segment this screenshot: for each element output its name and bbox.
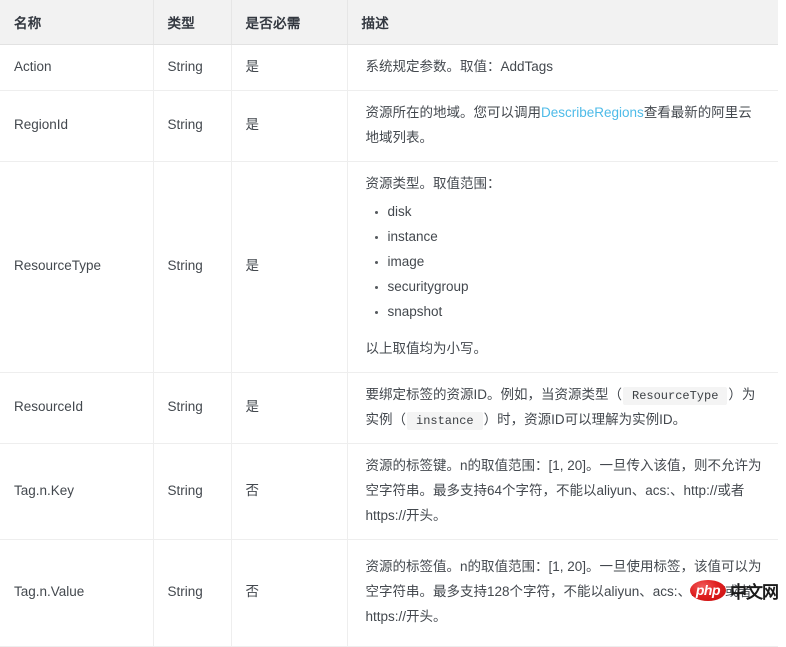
param-type: String — [153, 372, 232, 444]
param-description: 资源类型。取值范围： disk instance image securityg… — [347, 161, 778, 373]
param-description: 资源的标签值。n的取值范围：[1, 20]。一旦使用标签，该值可以为空字符串。最… — [347, 539, 778, 647]
description-segment: 要绑定标签的资源ID。例如，当资源类型（ — [365, 386, 623, 402]
param-type: String — [153, 161, 232, 373]
param-name: ResourceId — [0, 372, 154, 444]
list-item: disk — [374, 200, 763, 225]
description-prefix: 资源所在的地域。您可以调用 — [365, 105, 542, 120]
description-text: 要绑定标签的资源ID。例如，当资源类型（ ResourceType ）为实例（ ins… — [366, 383, 763, 433]
param-name: Tag.n.Value — [0, 539, 154, 647]
list-item: image — [374, 250, 763, 275]
param-description: 要绑定标签的资源ID。例如，当资源类型（ ResourceType ）为实例（ ins… — [347, 372, 778, 444]
table-row: Action String 是 系统规定参数。取值：AddTags — [0, 44, 778, 91]
param-description: 系统规定参数。取值：AddTags — [347, 44, 778, 91]
inline-code-instance: instance — [407, 411, 483, 430]
description-text: 资源的标签值。n的取值范围：[1, 20]。一旦使用标签，该值可以为空字符串。最… — [365, 559, 762, 625]
table-body: Action String 是 系统规定参数。取值：AddTags Region… — [0, 44, 778, 647]
column-header-required: 是否必需 — [231, 0, 348, 45]
column-header-name: 名称 — [0, 0, 154, 45]
param-type: String — [153, 90, 232, 162]
param-name: Tag.n.Key — [0, 443, 154, 540]
describe-regions-link[interactable]: DescribeRegions — [541, 105, 644, 120]
table-header-row: 名称 类型 是否必需 描述 — [0, 0, 778, 45]
parameters-table: 名称 类型 是否必需 描述 Action String 是 系统规定参数。取值：… — [0, 0, 778, 647]
table-row: Tag.n.Value String 否 资源的标签值。n的取值范围：[1, 2… — [0, 539, 778, 647]
param-required: 是 — [231, 161, 348, 373]
param-type: String — [153, 539, 232, 647]
column-header-type: 类型 — [153, 0, 232, 45]
param-type: String — [153, 44, 232, 91]
table-header: 名称 类型 是否必需 描述 — [0, 0, 778, 45]
param-name: Action — [0, 44, 154, 91]
list-item: securitygroup — [374, 275, 763, 300]
description-text: 资源的标签键。n的取值范围：[1, 20]。一旦传入该值，则不允许为空字符串。最… — [365, 457, 762, 523]
description-text: 系统规定参数。取值：AddTags — [365, 59, 554, 75]
list-item: snapshot — [374, 300, 763, 325]
param-required: 否 — [231, 539, 348, 647]
description-outro: 以上取值均为小写。 — [365, 340, 488, 356]
table-row: ResourceType String 是 资源类型。取值范围： disk in… — [0, 161, 778, 373]
param-required: 是 — [231, 44, 348, 91]
param-description: 资源所在的地域。您可以调用DescribeRegions查看最新的阿里云地域列表… — [347, 90, 778, 162]
param-name: RegionId — [0, 90, 154, 162]
param-description: 资源的标签键。n的取值范围：[1, 20]。一旦传入该值，则不允许为空字符串。最… — [347, 443, 778, 540]
description-intro: 资源类型。取值范围： — [365, 175, 501, 191]
param-required: 否 — [231, 443, 348, 540]
table-row: RegionId String 是 资源所在的地域。您可以调用DescribeR… — [0, 90, 778, 162]
column-header-description: 描述 — [347, 0, 778, 45]
param-required: 是 — [231, 90, 348, 162]
description-text: 资源所在的地域。您可以调用DescribeRegions查看最新的阿里云地域列表… — [366, 101, 763, 151]
param-type: String — [153, 443, 232, 540]
inline-code-resourcetype: ResourceType — [623, 386, 728, 405]
table-row: ResourceId String 是 要绑定标签的资源ID。例如，当资源类型（… — [0, 372, 778, 444]
param-name: ResourceType — [0, 161, 154, 373]
description-segment: ）时，资源ID可以理解为实例ID。 — [483, 411, 687, 427]
resource-type-values-list: disk instance image securitygroup snapsh… — [366, 200, 763, 325]
table-row: Tag.n.Key String 否 资源的标签键。n的取值范围：[1, 20]… — [0, 443, 778, 540]
list-item: instance — [374, 225, 763, 250]
param-required: 是 — [231, 372, 348, 444]
